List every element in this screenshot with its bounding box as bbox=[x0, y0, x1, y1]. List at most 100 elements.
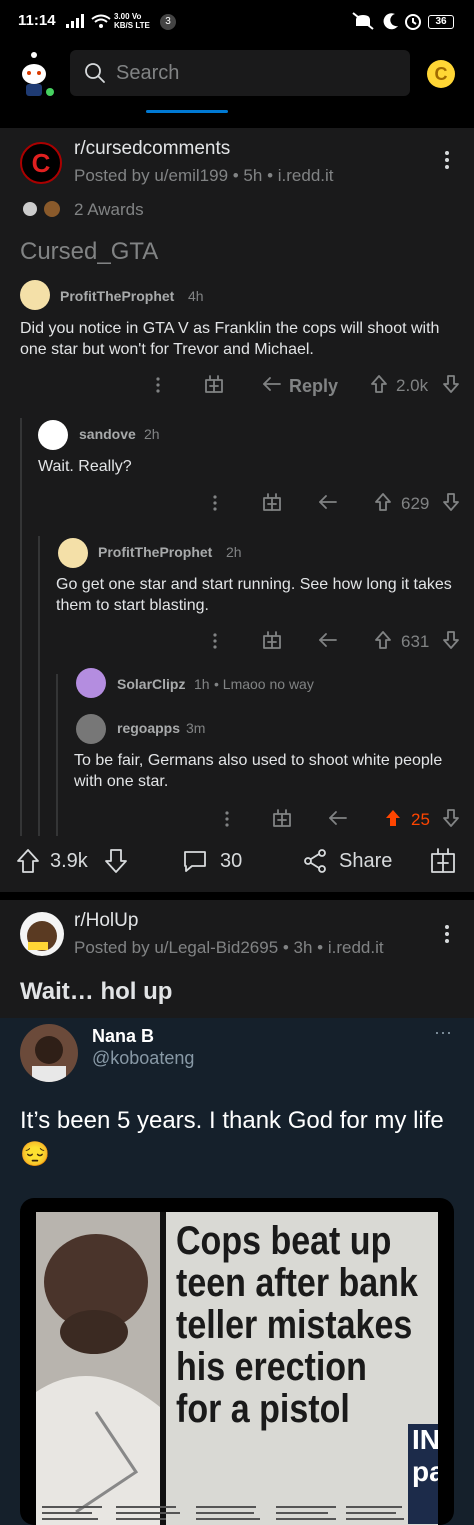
alarm-icon bbox=[405, 14, 421, 30]
tweet-text: It’s been 5 years. I thank God for my li… bbox=[20, 1107, 444, 1168]
subreddit-icon[interactable] bbox=[20, 912, 64, 956]
comment-text: To be fair, Germans also used to shoot w… bbox=[74, 752, 443, 790]
post-meta: Posted by u/Legal-Bid2695 • 3h • i.redd.… bbox=[74, 938, 384, 957]
post-upvote-icon[interactable] bbox=[16, 848, 40, 874]
search-bar[interactable]: Search bbox=[70, 50, 410, 96]
post-card: C r/cursedcomments Posted by u/emil199 •… bbox=[0, 128, 474, 892]
signal-icon bbox=[66, 14, 84, 28]
comment-age: 2h bbox=[144, 426, 160, 442]
status-bar: 11:14 3.00 Vo KB/S LTE 3 36 bbox=[0, 0, 474, 44]
tweet-name: Nana B bbox=[92, 1026, 155, 1046]
thread-line[interactable] bbox=[20, 418, 22, 836]
downvote-icon[interactable] bbox=[442, 492, 460, 512]
tweet-avatar bbox=[20, 1024, 78, 1082]
share-icon[interactable] bbox=[302, 848, 328, 874]
upvote-icon-active[interactable] bbox=[384, 808, 402, 828]
network-speed: 3.00 Vo KB/S LTE bbox=[114, 12, 150, 30]
comment-score: 629 bbox=[401, 494, 430, 513]
comment-author[interactable]: regoapps bbox=[117, 720, 180, 736]
tweet-more-icon: ··· bbox=[434, 1022, 452, 1042]
upvote-icon[interactable] bbox=[370, 374, 388, 394]
post-downvote-icon[interactable] bbox=[104, 848, 128, 874]
awards-count[interactable]: 2 Awards bbox=[74, 200, 144, 220]
award-icons bbox=[23, 201, 60, 217]
tab-indicator bbox=[146, 110, 228, 113]
post-image[interactable]: Nana B @koboateng ··· It’s been 5 years.… bbox=[0, 1018, 474, 1525]
comment-author[interactable]: sandove bbox=[79, 426, 136, 442]
post-title: Cursed_GTA bbox=[20, 238, 159, 265]
comment-avatar[interactable] bbox=[20, 280, 50, 310]
post-card: r/HolUp Posted by u/Legal-Bid2695 • 3h •… bbox=[0, 900, 474, 1525]
upvote-icon[interactable] bbox=[374, 630, 392, 650]
comment-bubble-icon[interactable] bbox=[182, 848, 208, 874]
comment-score: 25 bbox=[411, 810, 430, 829]
award-gift-icon[interactable] bbox=[272, 808, 292, 828]
moon-icon bbox=[383, 13, 398, 30]
status-time: 11:14 bbox=[18, 12, 56, 29]
subreddit-icon[interactable]: C bbox=[20, 142, 62, 184]
reply-icon[interactable] bbox=[318, 494, 338, 510]
subreddit-name[interactable]: r/HolUp bbox=[74, 910, 138, 932]
comment-age: 2h bbox=[226, 544, 242, 560]
wifi-icon bbox=[91, 14, 111, 28]
coin-icon[interactable]: C bbox=[427, 60, 455, 88]
app-bar: Search C bbox=[0, 44, 474, 122]
side-banner: IN pa bbox=[408, 1424, 438, 1524]
tweet-handle: @koboateng bbox=[92, 1048, 195, 1068]
comment-score: 2.0k bbox=[396, 376, 429, 395]
downvote-icon[interactable] bbox=[442, 630, 460, 650]
photo-border bbox=[160, 1212, 166, 1525]
newspaper-clipping: Cops beat up teen after bank teller mist… bbox=[36, 1212, 438, 1525]
reply-button[interactable]: Reply bbox=[289, 376, 338, 397]
comment-text: Go get one star and start running. See h… bbox=[56, 576, 452, 614]
more-options-icon[interactable] bbox=[444, 150, 450, 170]
award-gift-icon[interactable] bbox=[430, 846, 456, 874]
user-avatar[interactable] bbox=[14, 50, 60, 100]
sim-badge: 3 bbox=[160, 14, 176, 30]
comment-author[interactable]: ProfitTheProphet bbox=[98, 544, 212, 560]
search-input[interactable]: Search bbox=[116, 62, 179, 85]
post-title: Wait… hol up bbox=[20, 978, 173, 1005]
downvote-icon[interactable] bbox=[442, 808, 460, 828]
share-button[interactable]: Share bbox=[339, 850, 392, 873]
comment-text: Did you notice in GTA V as Franklin the … bbox=[20, 320, 440, 358]
comment-avatar[interactable] bbox=[38, 420, 68, 450]
comment-author[interactable]: SolarClipz bbox=[117, 676, 185, 692]
comment-author[interactable]: ProfitTheProphet bbox=[60, 288, 174, 304]
comment-count[interactable]: 30 bbox=[220, 850, 242, 873]
comment-more-icon[interactable] bbox=[212, 494, 218, 512]
victim-photo bbox=[36, 1212, 166, 1525]
reply-icon[interactable] bbox=[318, 632, 338, 648]
post-meta: Posted by u/emil199 • 5h • i.redd.it bbox=[74, 166, 334, 185]
comment-score: 631 bbox=[401, 632, 430, 651]
search-icon bbox=[85, 63, 105, 83]
comment-age: 3m bbox=[186, 720, 206, 736]
comment-age: 4h bbox=[188, 288, 204, 304]
tweet-photo: Cops beat up teen after bank teller mist… bbox=[20, 1198, 454, 1525]
award-gift-icon[interactable] bbox=[204, 374, 224, 394]
upvote-icon[interactable] bbox=[374, 492, 392, 512]
comment-more-icon[interactable] bbox=[155, 376, 161, 394]
comment-more-icon[interactable] bbox=[224, 810, 230, 828]
mute-icon bbox=[352, 12, 374, 30]
reply-icon[interactable] bbox=[262, 376, 282, 392]
comment-more-icon[interactable] bbox=[212, 632, 218, 650]
award-gift-icon[interactable] bbox=[262, 492, 282, 512]
comment-avatar[interactable] bbox=[76, 668, 106, 698]
newspaper-headline: Cops beat up teen after bank teller mist… bbox=[176, 1219, 418, 1431]
newspaper-fine-print bbox=[42, 1506, 404, 1520]
comment-age: 1h bbox=[194, 676, 210, 692]
comment-text: Wait. Really? bbox=[38, 458, 132, 475]
reply-icon[interactable] bbox=[328, 810, 348, 826]
comment-avatar[interactable] bbox=[58, 538, 88, 568]
thread-line[interactable] bbox=[38, 536, 40, 836]
post-score: 3.9k bbox=[50, 850, 88, 872]
collapsed-comment-preview[interactable]: • Lmaoo no way bbox=[214, 676, 314, 692]
comment-avatar[interactable] bbox=[76, 714, 106, 744]
downvote-icon[interactable] bbox=[442, 374, 460, 394]
battery-icon: 36 bbox=[428, 15, 454, 29]
more-options-icon[interactable] bbox=[444, 924, 450, 944]
subreddit-name[interactable]: r/cursedcomments bbox=[74, 138, 230, 160]
thread-line[interactable] bbox=[56, 674, 58, 836]
award-gift-icon[interactable] bbox=[262, 630, 282, 650]
